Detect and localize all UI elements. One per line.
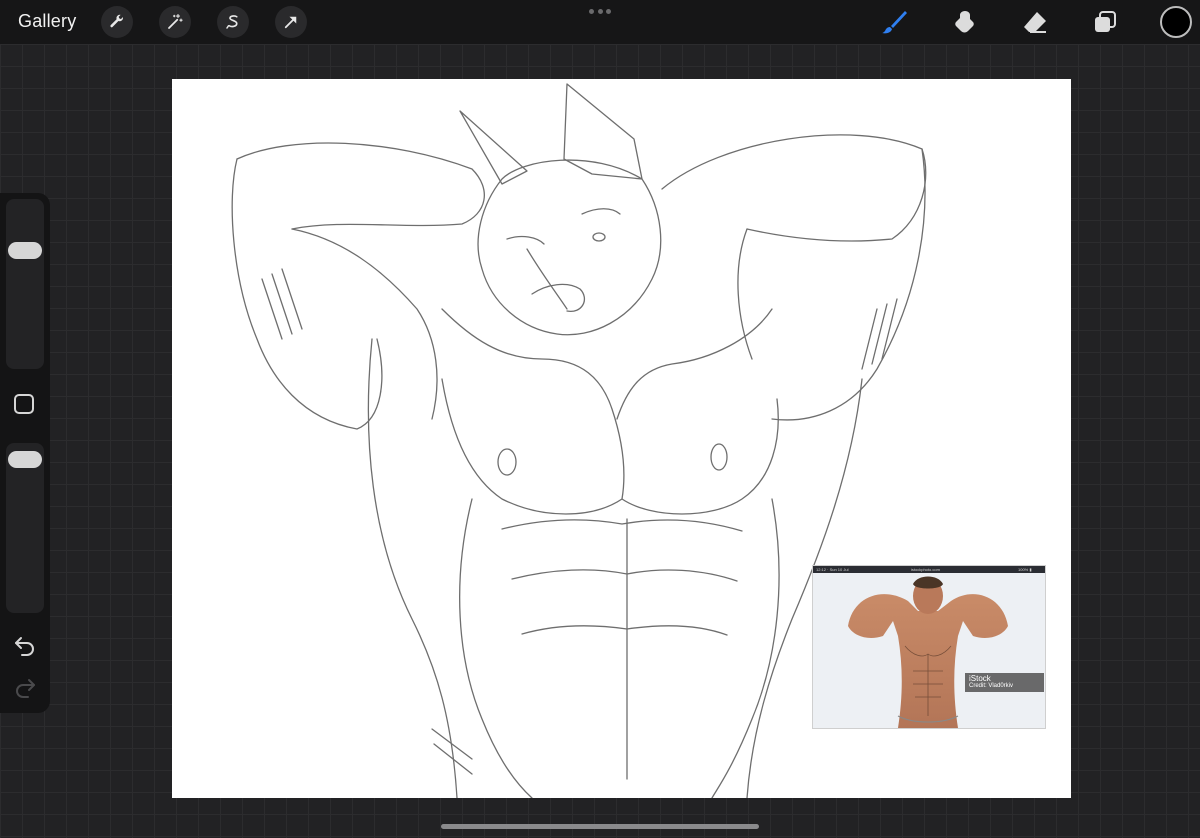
selection-icon [226,15,238,29]
layers-button[interactable] [1088,6,1122,38]
smudge-button[interactable] [948,6,982,38]
undo-button[interactable] [13,634,37,656]
sidebar [0,193,50,713]
eraser-button[interactable] [1018,6,1052,38]
opacity-thumb[interactable] [8,451,42,468]
opacity-slider[interactable] [6,443,44,613]
window-grabber[interactable] [589,9,611,15]
redo-icon [16,679,35,698]
adjustments-button[interactable] [159,6,191,38]
color-picker-button[interactable] [1160,6,1192,38]
reference-image[interactable]: 12:12 · Sun 10 Jul istockphoto.com 100% … [812,565,1046,729]
watermark-credit: Credit: Vlad0rkiv [969,683,1014,689]
wrench-icon [110,14,123,28]
drawing-canvas[interactable]: 12:12 · Sun 10 Jul istockphoto.com 100% … [172,79,1071,798]
redo-button[interactable] [13,676,37,698]
top-toolbar: Gallery [0,0,1200,44]
brush-icon [882,11,907,34]
stock-watermark: iStock Credit: Vlad0rkiv [965,673,1044,692]
procreate-app: Gallery 12:12 · Sun 10 Jul istockphoto.c… [0,0,1200,838]
gallery-button[interactable]: Gallery [18,11,76,32]
paint-brush-button[interactable] [878,6,912,38]
brush-size-slider[interactable] [6,199,44,369]
actions-wrench-button[interactable] [101,6,133,38]
transform-arrow-icon [284,16,297,29]
selection-button[interactable] [217,6,249,38]
undo-icon [15,637,34,656]
eraser-icon [1024,12,1046,33]
layers-icon [1095,11,1116,32]
smudge-icon [955,11,974,33]
home-indicator[interactable] [441,824,759,829]
reference-photo-figure [813,573,1045,728]
magic-wand-icon [168,13,183,29]
brush-size-thumb[interactable] [8,242,42,259]
modify-button[interactable] [14,394,34,414]
watermark-title: iStock [969,674,991,683]
transform-button[interactable] [275,6,307,38]
